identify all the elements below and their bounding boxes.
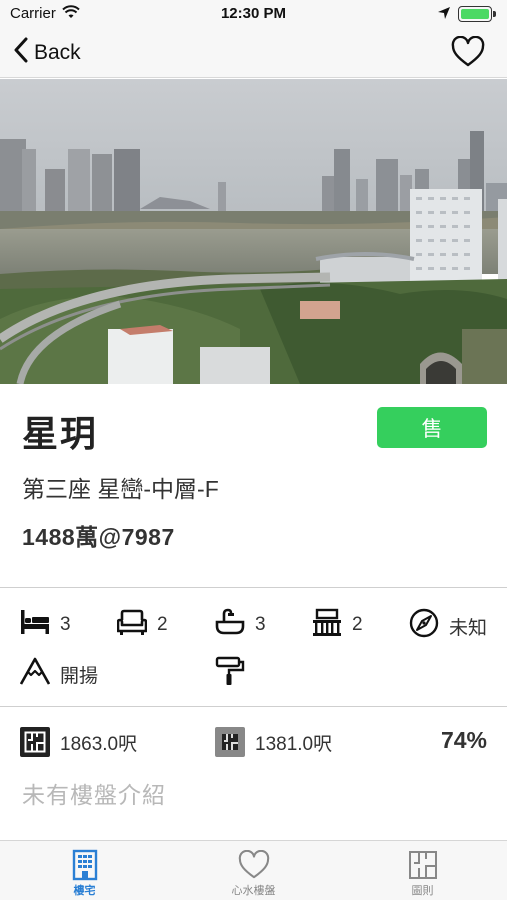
view-value: 開揚 <box>60 665 99 687</box>
gross-area-value: 1863.0呎 <box>60 733 138 755</box>
divider <box>0 587 507 588</box>
feature-balconies: 2 <box>312 608 363 642</box>
favorite-button[interactable] <box>451 35 485 73</box>
chevron-left-icon <box>14 37 34 69</box>
tab-label: 心水樓盤 <box>231 885 276 897</box>
feature-bedrooms: 3 <box>20 608 71 642</box>
tab-bar: 樓宅 心水樓盤 圖則 <box>0 840 507 900</box>
floorplan-gross-icon <box>20 727 50 757</box>
compass-icon <box>409 608 449 644</box>
tab-properties[interactable]: 樓宅 <box>0 841 169 900</box>
divider <box>0 706 507 707</box>
tab-label: 樓宅 <box>73 885 96 897</box>
location-arrow-icon <box>437 6 451 24</box>
balcony-icon <box>312 608 352 642</box>
saleable-area-value: 1381.0呎 <box>255 733 333 755</box>
feature-facing: 未知 <box>409 608 487 644</box>
floorplan-saleable-icon <box>215 727 245 757</box>
gross-area: 1863.0呎 <box>20 727 137 757</box>
sale-status-badge[interactable]: 售 <box>377 407 487 448</box>
battery-icon <box>458 6 496 22</box>
mountain-view-icon <box>19 656 60 692</box>
bathtub-icon <box>215 608 255 642</box>
tab-favorites[interactable]: 心水樓盤 <box>169 841 338 900</box>
clock: 12:30 PM <box>220 5 287 22</box>
heart-outline-icon <box>451 35 485 72</box>
balconies-count: 2 <box>352 614 363 635</box>
tab-label: 圖則 <box>411 885 434 897</box>
facing-value: 未知 <box>449 617 488 639</box>
property-price: 1488萬@7987 <box>22 524 175 550</box>
efficiency-ratio: 74% <box>440 727 487 753</box>
sofa-icon <box>116 608 157 642</box>
saleable-area: 1381.0呎 <box>215 727 332 757</box>
feature-view: 開揚 <box>19 656 99 692</box>
feature-bathrooms: 3 <box>215 608 266 642</box>
bed-icon <box>20 608 60 642</box>
property-title: 星玥 <box>22 413 99 454</box>
feature-living-rooms: 2 <box>116 608 168 642</box>
bathrooms-count: 3 <box>255 614 266 635</box>
back-label: Back <box>34 41 81 64</box>
heart-icon <box>238 848 270 881</box>
status-bar: Carrier 12:30 PM <box>0 0 507 28</box>
living-rooms-count: 2 <box>157 614 168 635</box>
tab-floorplan[interactable]: 圖則 <box>338 841 507 900</box>
navigation-bar: Back <box>0 28 507 78</box>
building-icon <box>72 848 98 881</box>
paint-roller-icon <box>215 656 255 692</box>
property-intro: 未有樓盤介紹 <box>22 782 166 808</box>
property-photo[interactable] <box>0 79 507 384</box>
property-address: 第三座 星巒-中層-F <box>22 476 219 502</box>
feature-decoration <box>215 656 255 692</box>
floorplan-icon <box>408 848 438 881</box>
back-button[interactable]: Back <box>14 37 81 69</box>
bedrooms-count: 3 <box>60 614 71 635</box>
